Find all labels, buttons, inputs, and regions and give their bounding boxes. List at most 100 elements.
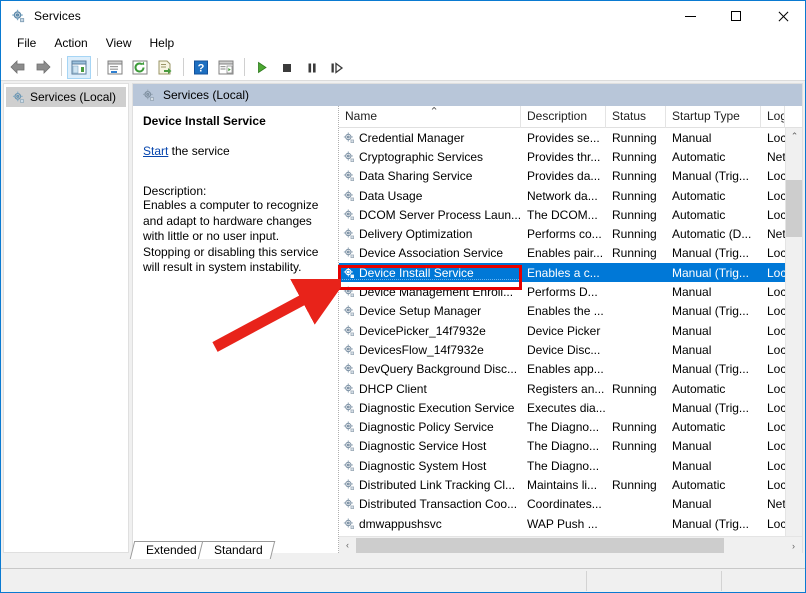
- menu-help[interactable]: Help: [141, 34, 184, 52]
- column-log-on-as[interactable]: Log: [761, 106, 785, 128]
- cell-startup-type: Manual: [666, 131, 761, 145]
- cell-startup-type: Manual: [666, 459, 761, 473]
- column-status-label: Status: [612, 109, 646, 123]
- table-row[interactable]: dmwappushsvcWAP Push ...Manual (Trig...L…: [339, 514, 785, 533]
- cell-log-on-as: Loc: [761, 131, 785, 145]
- console-tree-pane: Services (Local): [3, 83, 129, 553]
- cell-startup-type: Automatic: [666, 478, 761, 492]
- export-list-button[interactable]: [153, 56, 177, 79]
- stop-service-button[interactable]: [275, 56, 299, 79]
- cell-startup-type: Manual (Trig...: [666, 401, 761, 415]
- description-label: Description:: [143, 184, 328, 198]
- close-icon: [777, 11, 788, 22]
- cell-startup-type: Manual (Trig...: [666, 304, 761, 318]
- list-header-row: Name⌃Description Status Startup TypeLog: [339, 106, 802, 128]
- forward-button[interactable]: [31, 56, 55, 79]
- table-row[interactable]: Credential ManagerProvides se...RunningM…: [339, 128, 785, 147]
- cell-log-on-as: Loc: [761, 420, 785, 434]
- back-button[interactable]: [6, 56, 30, 79]
- cell-service-name: Device Install Service: [339, 265, 521, 280]
- tab-standard-label: Standard: [214, 543, 263, 557]
- table-row[interactable]: Device Setup ManagerEnables the ...Manua…: [339, 302, 785, 321]
- cell-status: Running: [606, 227, 666, 241]
- maximize-button[interactable]: [713, 1, 759, 31]
- table-row[interactable]: Diagnostic Service HostThe Diagno...Runn…: [339, 437, 785, 456]
- cell-service-name: Distributed Link Tracking Cl...: [339, 477, 521, 492]
- column-description[interactable]: Description: [521, 106, 606, 128]
- cell-startup-type: Manual: [666, 343, 761, 357]
- cell-description: Registers an...: [521, 382, 606, 396]
- cell-log-on-as: Loc: [761, 189, 785, 203]
- cell-log-on-as: Loc: [761, 459, 785, 473]
- table-row[interactable]: Diagnostic Execution ServiceExecutes dia…: [339, 398, 785, 417]
- table-row[interactable]: Data Sharing ServiceProvides da...Runnin…: [339, 167, 785, 186]
- table-row[interactable]: Diagnostic System HostThe Diagno...Manua…: [339, 456, 785, 475]
- start-service-link[interactable]: Start: [143, 144, 168, 158]
- pause-service-button[interactable]: [300, 56, 324, 79]
- properties-button[interactable]: [103, 56, 127, 79]
- show-hide-console-tree-button[interactable]: [67, 56, 91, 79]
- table-row[interactable]: DevicePicker_14f7932eDevice PickerManual…: [339, 321, 785, 340]
- table-row[interactable]: Diagnostic Policy ServiceThe Diagno...Ru…: [339, 417, 785, 436]
- table-row[interactable]: DevicesFlow_14f7932eDevice Disc...Manual…: [339, 340, 785, 359]
- table-row[interactable]: Delivery OptimizationPerforms co...Runni…: [339, 224, 785, 243]
- tab-standard[interactable]: Standard: [198, 541, 275, 559]
- table-row[interactable]: Device Association ServiceEnables pair..…: [339, 244, 785, 263]
- tab-extended[interactable]: Extended: [130, 541, 209, 559]
- cell-description: Enables the ...: [521, 304, 606, 318]
- table-row[interactable]: Distributed Transaction Coo...Coordinate…: [339, 495, 785, 514]
- properties-icon: [107, 60, 123, 75]
- help-button[interactable]: ?: [189, 56, 213, 79]
- service-name-label: dmwappushsvc: [359, 517, 442, 531]
- scroll-up-button[interactable]: ⌃: [786, 128, 802, 145]
- table-row[interactable]: Cryptographic ServicesProvides thr...Run…: [339, 147, 785, 166]
- table-row[interactable]: Data UsageNetwork da...RunningAutomaticL…: [339, 186, 785, 205]
- menu-view[interactable]: View: [97, 34, 141, 52]
- column-name[interactable]: Name⌃: [339, 106, 521, 128]
- sidebar-item-services-local[interactable]: Services (Local): [6, 87, 126, 107]
- list-rows: Credential ManagerProvides se...RunningM…: [339, 128, 785, 536]
- table-row[interactable]: DevQuery Background Disc...Enables app..…: [339, 360, 785, 379]
- cell-startup-type: Automatic: [666, 208, 761, 222]
- cell-log-on-as: Net: [761, 227, 785, 241]
- column-status[interactable]: Status: [606, 106, 666, 128]
- cell-description: Performs D...: [521, 285, 606, 299]
- cell-description: Enables app...: [521, 362, 606, 376]
- cell-startup-type: Manual: [666, 497, 761, 511]
- cell-startup-type: Automatic: [666, 420, 761, 434]
- table-row[interactable]: DCOM Server Process Laun...The DCOM...Ru…: [339, 205, 785, 224]
- vertical-scrollbar[interactable]: ⌃ ⌄: [785, 128, 802, 553]
- table-row[interactable]: Device Management Enroll... Performs D...…: [339, 282, 785, 301]
- restart-service-button[interactable]: [325, 56, 349, 79]
- service-name-label: DevicesFlow_14f7932e: [359, 343, 484, 357]
- service-name-label: Distributed Link Tracking Cl...: [359, 478, 515, 492]
- service-name-label: Cryptographic Services: [359, 150, 483, 164]
- start-service-button[interactable]: [250, 56, 274, 79]
- refresh-button[interactable]: [128, 56, 152, 79]
- column-startup-type[interactable]: Startup Type: [666, 106, 761, 128]
- table-row[interactable]: Device Install ServiceEnables a c...Manu…: [339, 263, 785, 282]
- service-name-label: DCOM Server Process Laun...: [359, 208, 521, 222]
- menu-action[interactable]: Action: [45, 34, 96, 52]
- table-row[interactable]: DHCP ClientRegisters an...RunningAutomat…: [339, 379, 785, 398]
- cell-status: Running: [606, 246, 666, 260]
- cell-status: Running: [606, 169, 666, 183]
- export-list-icon: [157, 60, 173, 75]
- table-row[interactable]: Distributed Link Tracking Cl...Maintains…: [339, 475, 785, 494]
- show-action-pane-button[interactable]: [214, 56, 238, 79]
- cell-description: The Diagno...: [521, 439, 606, 453]
- cell-status: Running: [606, 420, 666, 434]
- pane-header-label: Services (Local): [163, 88, 249, 102]
- minimize-button[interactable]: [667, 1, 713, 31]
- menu-file[interactable]: File: [8, 34, 45, 52]
- cell-description: Performs co...: [521, 227, 606, 241]
- status-bar: [1, 568, 805, 592]
- close-button[interactable]: [759, 1, 805, 31]
- service-name-label: Device Management Enroll...: [359, 285, 513, 299]
- title-bar: Services: [1, 1, 805, 31]
- cell-log-on-as: Loc: [761, 285, 785, 299]
- vertical-scroll-thumb[interactable]: [786, 180, 802, 237]
- cell-status: Running: [606, 478, 666, 492]
- sort-ascending-icon: ⌃: [430, 106, 439, 118]
- cell-startup-type: Manual (Trig...: [666, 246, 761, 260]
